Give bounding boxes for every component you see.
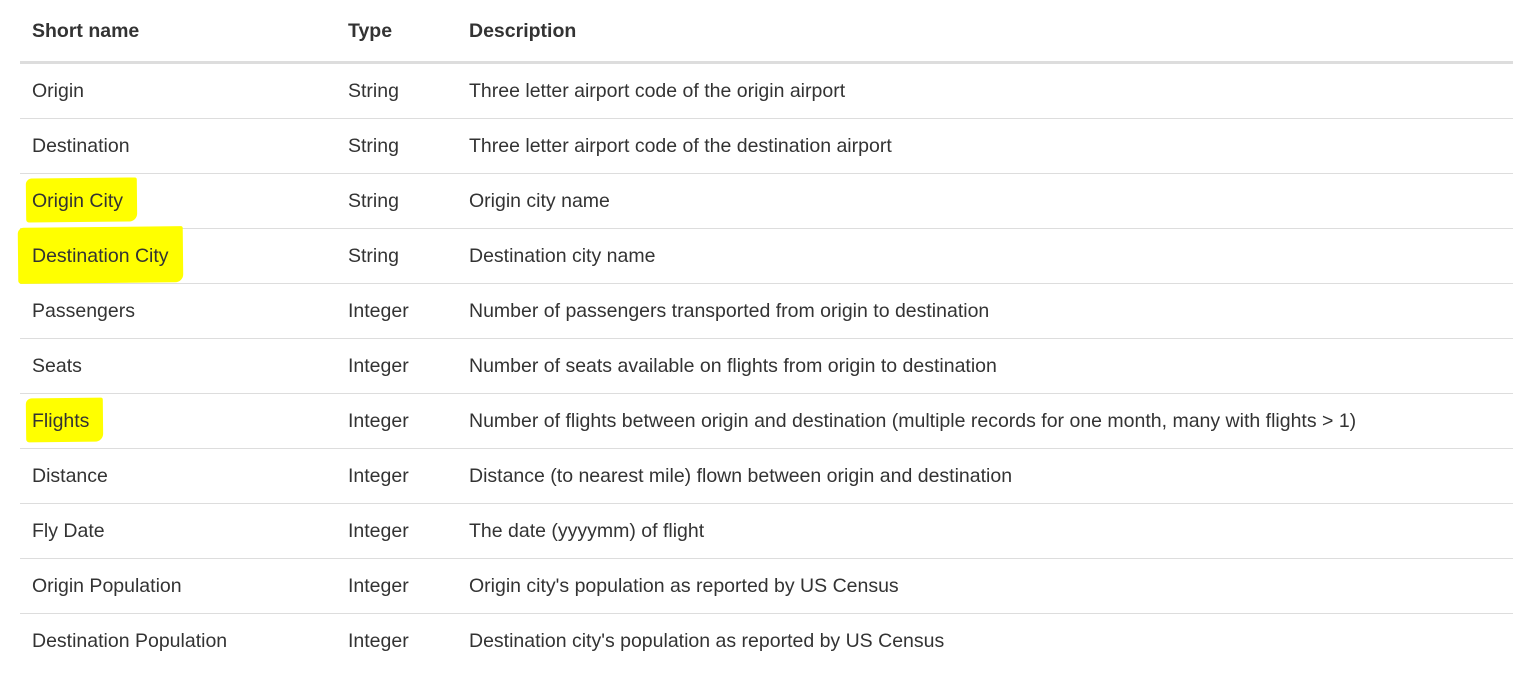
field-table: Short name Type Description Origin String… [20, 0, 1513, 668]
field-description-cell: Number of flights between origin and des… [457, 393, 1513, 449]
field-name-text: Origin [32, 79, 85, 102]
field-name-text: Destination [32, 134, 130, 157]
field-description-cell: Number of seats available on flights fro… [457, 338, 1513, 394]
field-type-text: Integer [348, 354, 409, 377]
field-name-cell: Distance [20, 448, 336, 504]
field-description-cell: Distance (to nearest mile) flown between… [457, 448, 1513, 504]
table-row: Destination Population Integer Destination… [20, 614, 1513, 669]
field-name-cell: Origin [20, 62, 336, 119]
table-row: Fly Date Integer The date (yyyymm) of flig… [20, 503, 1513, 559]
field-description-cell: Three letter airport code of the destina… [457, 118, 1513, 174]
table-header-row: Short name Type Description [20, 0, 1513, 64]
column-header-short-name: Short name [20, 0, 336, 64]
highlighted-field-name-text: Origin City [32, 189, 124, 212]
table-row: Flights Integer Number of flights between … [20, 393, 1513, 449]
table-row: Destination String Three letter airport co… [20, 118, 1513, 174]
field-name-text: Fly Date [32, 519, 105, 542]
column-header-description: Description [457, 0, 1513, 64]
field-type-text: Integer [348, 464, 409, 487]
field-type-text: String [348, 134, 399, 157]
field-description-text: The date (yyyymm) of flight [469, 519, 705, 542]
field-type-cell: String [336, 118, 457, 174]
table-row: Destination City String Destination city n… [20, 228, 1513, 284]
field-name-text: Destination Population [32, 629, 228, 652]
field-name-text: Seats [32, 354, 82, 377]
field-type-text: Integer [348, 409, 409, 432]
field-description-cell: Three letter airport code of the origin … [457, 62, 1513, 119]
highlighted-field-name-text: Destination City [32, 244, 169, 267]
field-description-text: Destination city's population as reporte… [469, 629, 945, 652]
field-name-text: Origin Population [32, 574, 182, 597]
field-type-cell: Integer [336, 448, 457, 504]
field-description-cell: Destination city name [457, 228, 1513, 284]
table-row: Origin City String Origin city name [20, 173, 1513, 229]
field-name-cell: Destination [20, 118, 336, 174]
field-type-cell: Integer [336, 558, 457, 614]
field-name-cell: Origin City [20, 173, 336, 229]
field-description-text: Number of passengers transported from or… [469, 299, 990, 322]
field-type-cell: String [336, 62, 457, 119]
field-name-cell: Fly Date [20, 503, 336, 559]
table-row: Origin String Three letter airport code of… [20, 62, 1513, 119]
field-description-text: Three letter airport code of the destina… [469, 134, 892, 157]
field-description-text: Three letter airport code of the origin … [469, 79, 846, 102]
field-name-cell: Passengers [20, 283, 336, 339]
field-name-cell: Destination City [20, 228, 336, 284]
field-description-text: Destination city name [469, 244, 656, 267]
field-description-text: Origin city name [469, 189, 610, 212]
field-type-cell: Integer [336, 338, 457, 394]
table-row: Distance Integer Distance (to nearest mile… [20, 448, 1513, 504]
field-type-cell: Integer [336, 614, 457, 669]
field-type-cell: String [336, 228, 457, 284]
field-description-text: Origin city's population as reported by … [469, 574, 899, 597]
field-name-text: Passengers [32, 299, 135, 322]
field-type-cell: Integer [336, 393, 457, 449]
field-type-text: String [348, 79, 399, 102]
field-description-cell: Number of passengers transported from or… [457, 283, 1513, 339]
field-type-cell: String [336, 173, 457, 229]
table-row: Passengers Integer Number of passengers tr… [20, 283, 1513, 339]
field-name-text: Distance [32, 464, 108, 487]
field-type-text: Integer [348, 299, 409, 322]
table-body: Origin String Three letter airport code of… [20, 62, 1513, 669]
field-type-text: Integer [348, 519, 409, 542]
table-row: Origin Population Integer Origin city's po… [20, 558, 1513, 614]
field-description-cell: Destination city's population as reporte… [457, 614, 1513, 669]
table-row: Seats Integer Number of seats available on… [20, 338, 1513, 394]
field-name-cell: Destination Population [20, 614, 336, 669]
column-header-type: Type [336, 0, 457, 64]
field-type-text: Integer [348, 629, 409, 652]
field-description-cell: Origin city's population as reported by … [457, 558, 1513, 614]
field-name-cell: Flights [20, 393, 336, 449]
field-type-cell: Integer [336, 283, 457, 339]
field-description-text: Number of seats available on flights fro… [469, 354, 997, 377]
field-description-text: Number of flights between origin and des… [469, 409, 1357, 432]
field-name-cell: Seats [20, 338, 336, 394]
field-description-text: Distance (to nearest mile) flown between… [469, 464, 1013, 487]
field-description-cell: The date (yyyymm) of flight [457, 503, 1513, 559]
field-type-text: Integer [348, 574, 409, 597]
field-name-cell: Origin Population [20, 558, 336, 614]
field-type-text: String [348, 189, 399, 212]
field-description-cell: Origin city name [457, 173, 1513, 229]
field-type-cell: Integer [336, 503, 457, 559]
field-type-text: String [348, 244, 399, 267]
highlighted-field-name-text: Flights [32, 409, 90, 432]
